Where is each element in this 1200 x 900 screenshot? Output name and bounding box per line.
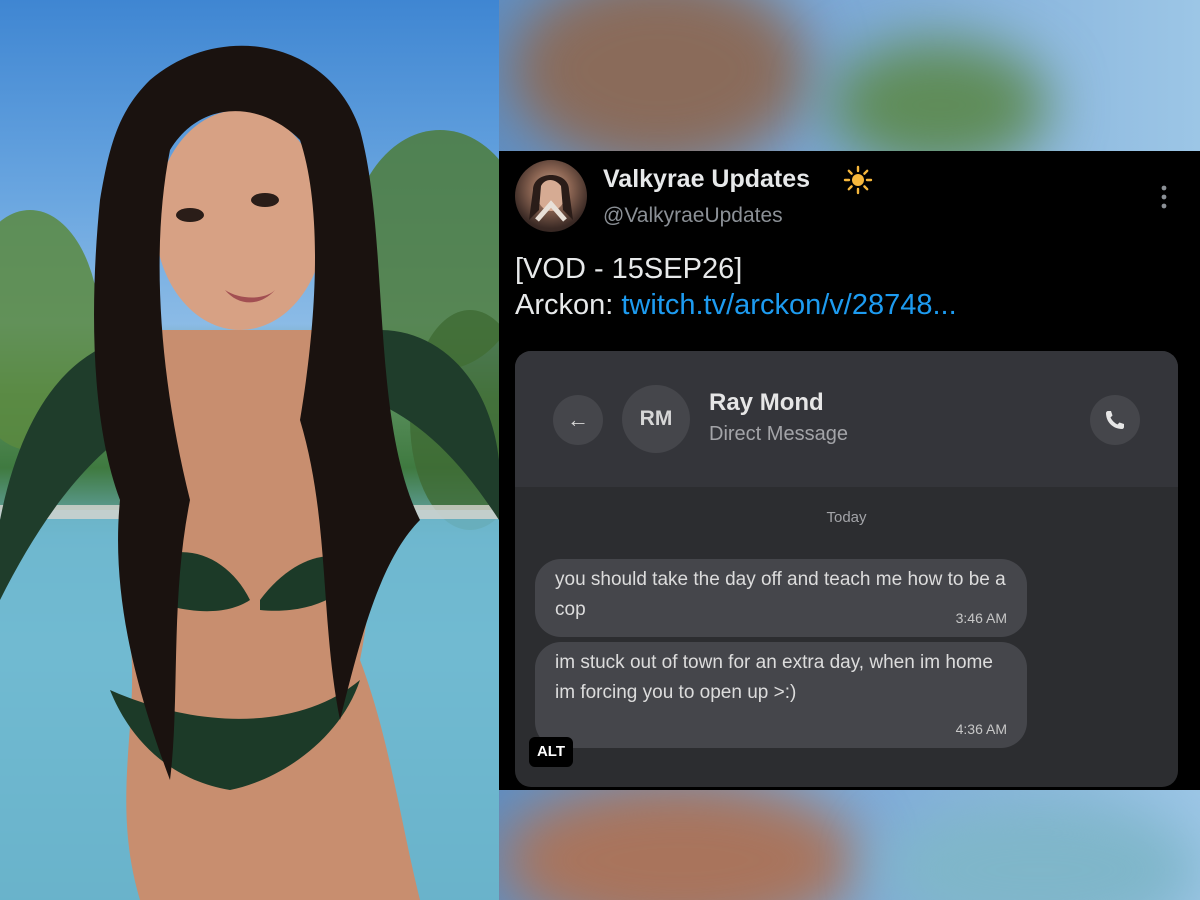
contact-avatar: RM xyxy=(622,385,690,453)
pool-photo xyxy=(0,0,499,900)
message-text: im stuck out of town for an extra day, w… xyxy=(555,652,993,703)
message-time: 3:46 AM xyxy=(955,610,1007,626)
message-bubble: im stuck out of town for an extra day, w… xyxy=(535,642,1027,748)
call-button xyxy=(1090,395,1140,445)
tweet-body: [VOD - 15SEP26] Arckon: twitch.tv/arckon… xyxy=(515,251,1185,323)
message-time: 4:36 AM xyxy=(955,721,1007,737)
contact-subtitle: Direct Message xyxy=(709,423,848,445)
avatar-illustration xyxy=(529,175,573,222)
display-name[interactable]: Valkyrae Updates xyxy=(603,165,810,194)
contact-name: Ray Mond xyxy=(709,389,824,416)
profile-avatar[interactable] xyxy=(515,160,587,232)
dm-header: ← RM Ray Mond Direct Message xyxy=(515,351,1178,487)
vod-link[interactable]: twitch.tv/arckon/v/28748... xyxy=(621,289,956,321)
sun-icon xyxy=(843,165,873,195)
blur-blob xyxy=(499,780,859,900)
tweet-text-line2: Arckon: twitch.tv/arckon/v/28748... xyxy=(515,287,1185,323)
blur-blob xyxy=(509,0,809,170)
tweet-card[interactable]: Valkyrae Updates @ValkyraeUpdates [VOD -… xyxy=(499,151,1200,790)
more-options-icon[interactable] xyxy=(1159,184,1169,210)
user-handle[interactable]: @ValkyraeUpdates xyxy=(603,204,783,228)
phone-icon xyxy=(1106,411,1124,429)
alt-text-badge[interactable]: ALT xyxy=(529,737,573,767)
tweet-text-prefix: Arckon: xyxy=(515,289,622,321)
message-bubble: you should take the day off and teach me… xyxy=(535,559,1027,637)
blur-blob xyxy=(879,800,1199,900)
arrow-left-icon: ← xyxy=(567,407,589,432)
pool-photo-illustration xyxy=(0,45,499,900)
message-text: you should take the day off and teach me… xyxy=(555,569,1006,620)
tweet-text-line1: [VOD - 15SEP26] xyxy=(515,253,743,285)
attached-image[interactable]: ← RM Ray Mond Direct Message Today you s… xyxy=(515,351,1178,787)
date-separator: Today xyxy=(826,509,867,526)
back-button: ← xyxy=(553,395,603,445)
